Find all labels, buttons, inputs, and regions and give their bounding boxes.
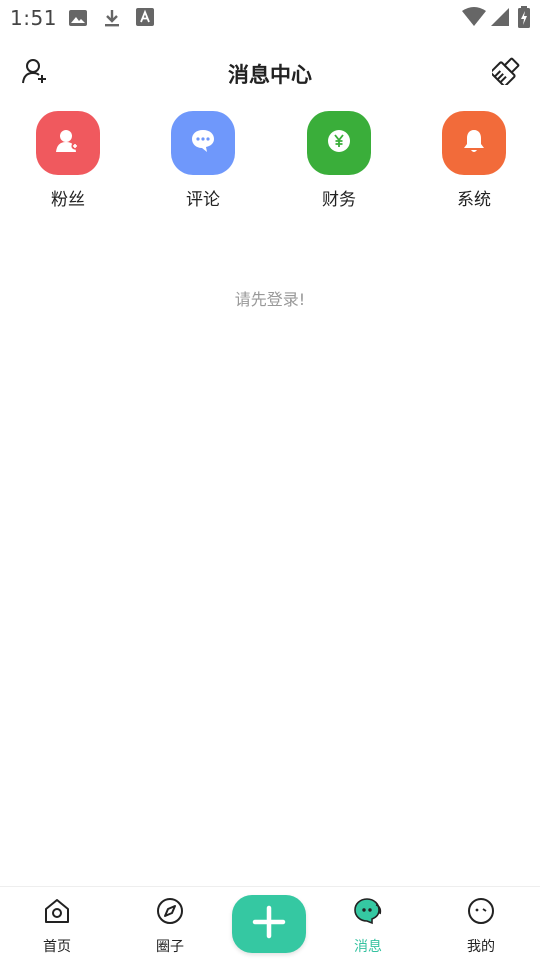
- yuan-coin-icon: [326, 128, 352, 158]
- category-system[interactable]: 系统: [424, 110, 524, 210]
- nav-label-circle: 圈子: [156, 939, 184, 955]
- bell-icon: [462, 128, 486, 158]
- nav-item-home[interactable]: 首页: [17, 887, 97, 960]
- compass-icon: [156, 897, 184, 925]
- comment-icon: [190, 128, 216, 158]
- nav-item-messages[interactable]: 消息: [328, 887, 408, 960]
- header: 消息中心: [0, 50, 540, 96]
- nav-item-me[interactable]: 我的: [441, 887, 521, 960]
- wifi-icon: [462, 7, 486, 31]
- nav-label-messages: 消息: [354, 939, 382, 955]
- message-categories: 粉丝 评论 财务 系统: [0, 110, 540, 210]
- category-fans[interactable]: 粉丝: [18, 110, 118, 210]
- battery-charging-icon: [518, 6, 530, 32]
- plus-icon: [252, 905, 286, 943]
- category-label: 财务: [322, 190, 356, 210]
- nav-item-circle[interactable]: 圈子: [130, 887, 210, 960]
- home-icon: [43, 897, 71, 925]
- nav-label-me: 我的: [467, 939, 495, 955]
- page-title: 消息中心: [228, 63, 312, 87]
- font-icon: [136, 8, 154, 30]
- clear-messages-button[interactable]: [490, 57, 521, 89]
- category-comments-badge: [171, 111, 235, 175]
- login-prompt: 请先登录!: [234, 290, 306, 309]
- category-system-badge: [442, 111, 506, 175]
- nav-label-home: 首页: [43, 939, 71, 955]
- category-comments[interactable]: 评论: [153, 110, 253, 210]
- image-icon: [68, 8, 88, 32]
- status-time: 1:51: [10, 6, 57, 30]
- category-label: 评论: [186, 190, 220, 210]
- category-label: 粉丝: [51, 190, 85, 210]
- create-post-button[interactable]: [232, 895, 306, 953]
- signal-icon: [490, 7, 510, 31]
- message-icon: [354, 897, 382, 925]
- category-fans-badge: [36, 111, 100, 175]
- status-bar: 1:51: [0, 0, 540, 36]
- bottom-nav: 首页 圈子 消息 我的: [0, 886, 540, 960]
- clean-brush-icon: [490, 57, 520, 89]
- category-label: 系统: [457, 190, 491, 210]
- download-icon: [102, 8, 122, 32]
- profile-face-icon: [467, 897, 495, 925]
- category-finance[interactable]: 财务: [289, 110, 389, 210]
- category-finance-badge: [307, 111, 371, 175]
- fan-user-icon: [55, 128, 81, 158]
